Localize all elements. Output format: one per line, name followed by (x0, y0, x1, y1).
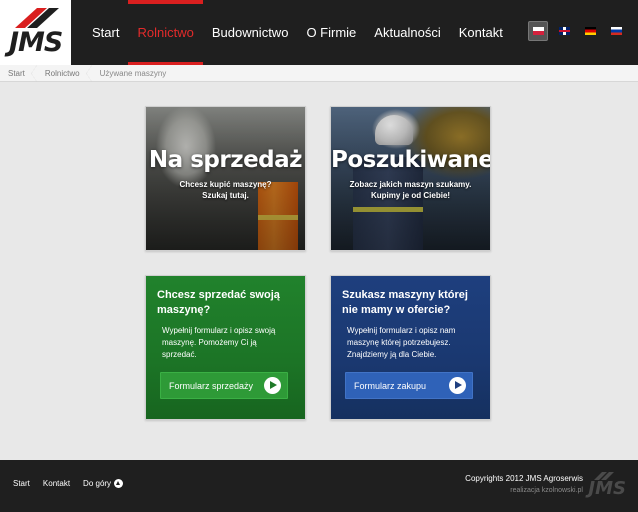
credit-link[interactable]: realizacja kzolnowski.pl (510, 487, 583, 494)
sell-form-box: Chcesz sprzedać swoją maszynę? Wypełnij … (145, 275, 306, 420)
breadcrumb-current: Używane maszyny (99, 68, 167, 78)
sell-box-heading: Chcesz sprzedać swoją maszynę? (157, 289, 280, 316)
wanted-title: Poszukiwane (331, 147, 491, 173)
main-nav: Start Rolnictwo Budownictwo O Firmie Akt… (83, 0, 512, 65)
buy-form-box: Szukasz maszyny której nie mamy w oferci… (330, 275, 491, 420)
lang-ru-button[interactable] (606, 21, 626, 41)
buy-form-button-label: Formularz zakupu (354, 380, 427, 391)
footer-link-start[interactable]: Start (13, 479, 30, 488)
footer-logo-text: JMS (588, 478, 626, 499)
header: JMS Start Rolnictwo Budownictwo O Firmie… (0, 0, 638, 65)
footer-nav: Start Kontakt Do góry (13, 479, 124, 488)
footer-link-top[interactable]: Do góry (83, 479, 124, 488)
flag-ru-icon (610, 27, 622, 35)
language-switcher (528, 21, 626, 41)
buy-box-text: Wypełnij formularz i opisz nam maszynę k… (347, 326, 456, 359)
nav-item-rolnictwo[interactable]: Rolnictwo (128, 0, 204, 65)
wanted-subtitle: Zobacz jakich maszyn szukamy. Kupimy je … (331, 179, 490, 201)
footer-logo-stripes-icon (594, 472, 615, 480)
footer-link-kontakt[interactable]: Kontakt (43, 479, 70, 488)
flag-de-icon (584, 27, 596, 35)
arrow-up-icon (114, 479, 124, 488)
breadcrumb-start[interactable]: Start (0, 64, 37, 82)
nav-item-aktualnosci[interactable]: Aktualności (365, 0, 449, 65)
sell-form-button[interactable]: Formularz sprzedaży (160, 372, 288, 399)
flag-en-icon (558, 27, 570, 35)
footer-logo: JMS (588, 472, 626, 499)
footer-link-top-label: Do góry (83, 479, 112, 488)
for-sale-subtitle: Chcesz kupić maszynę? Szukaj tutaj. (146, 179, 305, 201)
wanted-tile[interactable]: Poszukiwane Zobacz jakich maszyn szukamy… (330, 106, 491, 251)
for-sale-subtitle-line1: Chcesz kupić maszynę? (179, 180, 272, 189)
lang-en-button[interactable] (554, 21, 574, 41)
copyright-text: Copyrights 2012 JMS Agroserwis (465, 474, 583, 483)
for-sale-subtitle-line2: Szukaj tutaj. (202, 191, 249, 200)
play-arrow-icon (264, 377, 281, 394)
play-arrow-icon (449, 377, 466, 394)
lang-de-button[interactable] (580, 21, 600, 41)
logo[interactable]: JMS (0, 0, 71, 65)
nav-item-budownictwo[interactable]: Budownictwo (203, 0, 298, 65)
sell-box-text: Wypełnij formularz i opisz swoją maszynę… (162, 326, 276, 359)
logo-stripes-icon (15, 8, 59, 28)
sell-form-button-label: Formularz sprzedaży (169, 380, 254, 391)
logo-text: JMS (9, 27, 63, 58)
lang-pl-button[interactable] (528, 21, 548, 41)
buy-box-heading: Szukasz maszyny której nie mamy w oferci… (342, 289, 468, 316)
for-sale-title: Na sprzedaż (148, 147, 303, 173)
nav-item-o-firmie[interactable]: O Firmie (297, 0, 365, 65)
flag-pl-icon (532, 27, 544, 35)
for-sale-tile[interactable]: Na sprzedaż Chcesz kupić maszynę? Szukaj… (145, 106, 306, 251)
footer: Start Kontakt Do góry Copyrights 2012 JM… (0, 460, 638, 512)
breadcrumb: Start Rolnictwo Używane maszyny (0, 64, 638, 82)
nav-item-kontakt[interactable]: Kontakt (450, 0, 512, 65)
wanted-subtitle-line1: Zobacz jakich maszyn szukamy. (349, 180, 472, 189)
breadcrumb-rolnictwo[interactable]: Rolnictwo (37, 64, 92, 82)
buy-form-button[interactable]: Formularz zakupu (345, 372, 473, 399)
wanted-subtitle-line2: Kupimy je od Ciebie! (370, 191, 451, 200)
nav-item-start[interactable]: Start (83, 0, 128, 65)
